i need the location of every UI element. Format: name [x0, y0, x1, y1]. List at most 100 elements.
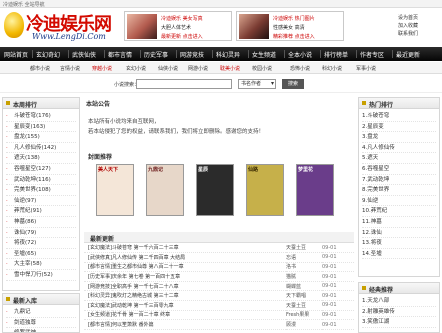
subnav-item[interactable]: 网游小说	[188, 65, 208, 72]
nav-item[interactable]: 都市言情	[108, 50, 132, 59]
list-item[interactable]: · 遮天(138)	[6, 153, 76, 164]
nav-item[interactable]: 网站首页	[4, 50, 28, 59]
list-item[interactable]: ·修罗武神	[6, 328, 76, 332]
row-title[interactable]: 庆余年 第七卷 第一百四十五章	[112, 271, 286, 282]
subnav-item[interactable]: 科幻小说	[322, 65, 342, 72]
list-item[interactable]: · 斗破苍穹(176)	[6, 111, 76, 122]
list-item[interactable]: · 九鼎记	[6, 307, 76, 318]
row-date: 09-01	[322, 262, 354, 273]
list-item[interactable]: 2.射雕英雄传	[362, 307, 436, 318]
list-item[interactable]: 3.笑傲江湖	[362, 317, 436, 328]
list-item[interactable]: · 神墓(86)	[6, 217, 76, 228]
list-item[interactable]: 10.莽荒纪	[362, 206, 436, 217]
book-cover[interactable]: 九鼎记	[146, 164, 184, 216]
nav-item[interactable]: 排行榜单	[324, 50, 348, 59]
row-title[interactable]: 全职高手 第一千七百二十八章	[112, 281, 286, 292]
list-item[interactable]: 13.将夜	[362, 238, 436, 249]
book-cover[interactable]: 仙路	[246, 164, 284, 216]
topbar-text[interactable]: 冷迪娱乐 全站导航	[3, 1, 45, 8]
add-favorite-link[interactable]: 加入收藏	[398, 22, 440, 30]
ad-line: 最新更新 点击进入	[161, 34, 203, 40]
list-item[interactable]: 8.完美世界	[362, 185, 436, 196]
list-item[interactable]: · 星辰变(163)	[6, 122, 76, 133]
row-title[interactable]: 何以笙箫默 番外篇	[112, 319, 286, 330]
list-item[interactable]: 7.武动乾坤	[362, 175, 436, 186]
book-cover[interactable]: 美人天下	[96, 164, 134, 216]
list-item[interactable]: 2.星辰变	[362, 122, 436, 133]
list-item[interactable]: 14.圣墟	[362, 249, 436, 260]
list-item[interactable]: · 将夜(72)	[6, 238, 76, 249]
subnav-item[interactable]: 都市小说	[30, 65, 50, 72]
list-item[interactable]: · 大主宰(58)	[6, 259, 76, 270]
subnav-item[interactable]: 玄幻小说	[126, 65, 146, 72]
list-item[interactable]: 3.盘龙	[362, 132, 436, 143]
book-cover[interactable]: 梦里花	[296, 164, 334, 216]
contact-link[interactable]: 联系我们	[398, 30, 440, 38]
list-item[interactable]: · 武动乾坤(116)	[6, 175, 76, 186]
table-row[interactable]: [都市言情] 何以笙箫默 番外篇 顾漫 09-01	[84, 319, 354, 330]
list-item[interactable]: 6.吞噬星空	[362, 164, 436, 175]
row-title[interactable]: 鬼吹灯之精绝古城 第三十二章	[112, 290, 286, 302]
nav-item[interactable]: 科幻灵异	[216, 50, 240, 59]
book-cover[interactable]: 星辰	[196, 164, 234, 216]
row-title[interactable]: 花千骨 第一百二十章 终章	[112, 310, 286, 321]
subnav-item[interactable]: 军事小说	[356, 65, 376, 72]
site-logo[interactable]: 冷迪娱乐网 Www.LengDi.Com	[4, 10, 116, 46]
subnav-item[interactable]: 仙侠小说	[158, 65, 178, 72]
row-title[interactable]: 武动乾坤 第一千三百零九章	[112, 300, 286, 311]
subnav-item[interactable]: 穿越小说	[92, 65, 112, 72]
book-cover-title: 仙路	[248, 167, 259, 173]
list-item[interactable]: 5.遮天	[362, 153, 436, 164]
nav-item[interactable]: 最近更新	[396, 50, 420, 59]
list-item[interactable]: · 仙逆(97)	[6, 196, 76, 207]
list-item[interactable]: · 剑道独尊	[6, 318, 76, 329]
set-homepage-link[interactable]: 设为首页	[398, 14, 440, 22]
banner-ad-2[interactable]: 冷迪娱乐 热门图片 性感美女 高清 精彩推荐 点击进入	[236, 11, 344, 41]
list-item[interactable]: 1.斗破苍穹	[362, 111, 436, 122]
list-item[interactable]: · 雪中悍刀行(52)	[6, 270, 76, 281]
table-row[interactable]: [历史军事] 庆余年 第七卷 第一百四十五章 猫腻 09-01	[84, 271, 354, 282]
row-title[interactable]: 重生之都市仙尊 第八百二十一章	[112, 262, 286, 273]
list-item[interactable]: 4.凡人修仙传	[362, 143, 436, 154]
latest-title: 最新更新	[84, 232, 354, 243]
table-row[interactable]: [玄幻魔法] 武动乾坤 第一千三百零九章 天蚕土豆 09-01	[84, 300, 354, 311]
subnav-item[interactable]: 言情小说	[60, 65, 80, 72]
row-title[interactable]: 凡人修仙传 第二千四百章 大结局	[112, 252, 286, 263]
nav-item[interactable]: 历史军事	[144, 50, 168, 59]
row-title[interactable]: 斗破苍穹 第一千六百二十三章	[112, 243, 286, 254]
list-item[interactable]: · 莽荒纪(91)	[6, 206, 76, 217]
search-input[interactable]	[136, 79, 232, 89]
nav-item[interactable]: 全本小说	[288, 50, 312, 59]
table-row[interactable]: [武侠修真] 凡人修仙传 第二千四百章 大结局 忘语 09-01	[84, 252, 354, 263]
search-button[interactable]: 搜索	[282, 79, 304, 89]
list-item[interactable]: 11.神墓	[362, 217, 436, 228]
table-row[interactable]: [女生频道] 花千骨 第一百二十章 终章 Fresh果果 09-01	[84, 310, 354, 321]
list-item[interactable]: 9.仙逆	[362, 196, 436, 207]
list-item[interactable]: · 凡人修仙传(142)	[6, 143, 76, 154]
list-item[interactable]: 1.天龙八部	[362, 296, 436, 307]
list-item[interactable]: · 诛仙(79)	[6, 228, 76, 239]
table-row[interactable]: [玄幻魔法] 斗破苍穹 第一千六百二十三章 天蚕土豆 09-01	[84, 243, 354, 254]
search-type-select[interactable]: 书名作者	[238, 79, 276, 89]
nav-item[interactable]: 玄幻奇幻	[36, 50, 60, 59]
notice-line: 本站所有小说均来自互联网，	[88, 119, 160, 125]
banner-ad-1[interactable]: 冷迪娱乐 美女写真 大胆人体艺术 最新更新 点击进入	[124, 11, 232, 41]
nav-item[interactable]: 武侠仙侠	[72, 50, 96, 59]
table-row[interactable]: [网游竞技] 全职高手 第一千七百二十八章 蝴蝶蓝 09-01	[84, 281, 354, 292]
list-item[interactable]: · 盘龙(155)	[6, 132, 76, 143]
list-item[interactable]: · 完美世界(108)	[6, 185, 76, 196]
list-item-label: 诛仙(79)	[14, 229, 37, 236]
subnav-item[interactable]: 耽美小说	[220, 65, 240, 72]
list-item-label: 1.天龙八部	[362, 298, 390, 304]
nav-item[interactable]: 作者专区	[360, 50, 384, 59]
subnav-item[interactable]: 校园小说	[252, 65, 272, 72]
nav-item[interactable]: 女生频道	[252, 50, 276, 59]
table-row[interactable]: [科幻灵异] 鬼吹灯之精绝古城 第三十二章 天下霸唱 09-01	[84, 290, 354, 302]
nav-item[interactable]: 网游竞技	[180, 50, 204, 59]
subnav-item[interactable]: 恐怖小说	[290, 65, 310, 72]
table-row[interactable]: [都市言情] 重生之都市仙尊 第八百二十一章 洛书 09-01	[84, 262, 354, 273]
list-item[interactable]: · 吞噬星空(127)	[6, 164, 76, 175]
list-item[interactable]: · 圣墟(65)	[6, 249, 76, 260]
list-item[interactable]: 12.诛仙	[362, 228, 436, 239]
nav-divider	[176, 50, 177, 58]
